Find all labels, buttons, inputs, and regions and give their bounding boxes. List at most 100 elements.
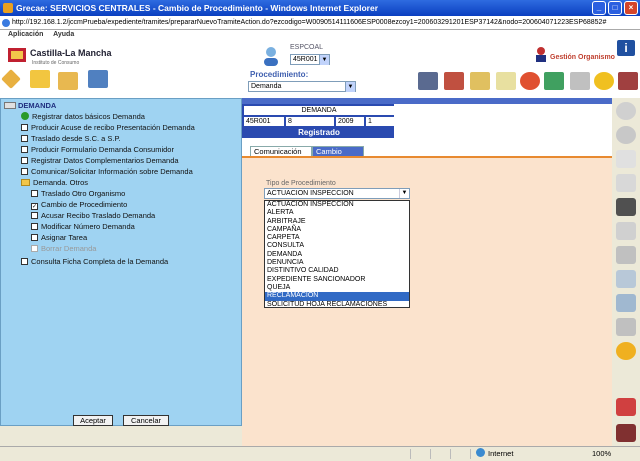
menu-aplicacion[interactable]: Aplicación bbox=[8, 31, 43, 38]
tree-item[interactable]: Traslado Otro Organismo bbox=[31, 189, 125, 198]
envelope-icon[interactable] bbox=[496, 72, 516, 90]
books-icon[interactable] bbox=[444, 72, 464, 90]
clipboard-icon[interactable] bbox=[616, 270, 636, 288]
tree-item-disabled: Borrar Demanda bbox=[31, 244, 96, 253]
chevron-down-icon: ▼ bbox=[345, 82, 355, 92]
app-header: Castilla-La Mancha Instituto de Consumo … bbox=[0, 40, 640, 98]
user-icon bbox=[264, 47, 278, 66]
checkbox bbox=[31, 245, 38, 252]
tools-icon[interactable] bbox=[1, 69, 21, 89]
tree-item-label: Modificar Número Demanda bbox=[41, 222, 135, 231]
dropdown-option-highlighted[interactable]: RECLAMACION bbox=[265, 292, 409, 301]
magnifier-icon[interactable] bbox=[616, 102, 636, 120]
dropdown-option[interactable]: CAMPAÑA bbox=[265, 226, 409, 234]
checkbox[interactable] bbox=[21, 157, 28, 164]
tree-root-label: DEMANDA bbox=[18, 101, 57, 110]
settings-icon[interactable] bbox=[570, 72, 590, 90]
sun-icon[interactable] bbox=[594, 72, 614, 90]
documents-icon[interactable] bbox=[470, 72, 490, 90]
cancel-button[interactable]: Cancelar bbox=[123, 415, 169, 426]
folder-icon[interactable] bbox=[58, 72, 78, 90]
chevron-down-icon: ▼ bbox=[319, 55, 329, 65]
back-icon[interactable] bbox=[616, 126, 636, 144]
laptop-icon[interactable] bbox=[418, 72, 438, 90]
print-preview-icon[interactable] bbox=[616, 222, 636, 240]
tree-item[interactable]: Consulta Ficha Completa de la Demanda bbox=[21, 257, 168, 266]
checkbox[interactable] bbox=[21, 135, 28, 142]
dropdown-option[interactable]: QUEJA bbox=[265, 284, 409, 292]
dropdown-option[interactable]: ALERTA bbox=[265, 209, 409, 217]
tree-root-icon bbox=[4, 102, 16, 109]
tree-item[interactable]: Comunicar/Solicitar Información sobre De… bbox=[21, 167, 193, 176]
accept-button[interactable]: Aceptar bbox=[73, 415, 113, 426]
tree-item-label: Traslado Otro Organismo bbox=[41, 189, 126, 198]
scissors-icon[interactable] bbox=[616, 246, 636, 264]
tree-item-label: Cambio de Procedimiento bbox=[41, 200, 128, 209]
copy-icon[interactable] bbox=[616, 174, 636, 192]
address-bar[interactable]: http://192.168.1.2/jccmPrueba/expediente… bbox=[0, 16, 640, 30]
gear-icon[interactable] bbox=[616, 342, 636, 360]
tipo-procedimiento-select[interactable]: ACTUACION INSPECCION ▼ bbox=[264, 188, 410, 199]
checkbox[interactable] bbox=[31, 234, 38, 241]
tree-item[interactable]: Modificar Número Demanda bbox=[31, 222, 135, 231]
demanda-status: Registrado bbox=[298, 128, 340, 137]
tree-item[interactable]: ✓ Cambio de Procedimiento bbox=[31, 200, 127, 210]
tree-item[interactable]: Registrar datos básicos Demanda bbox=[21, 112, 145, 121]
tree-root[interactable]: DEMANDA bbox=[4, 101, 56, 110]
menu-ayuda[interactable]: Ayuda bbox=[53, 31, 74, 38]
save-icon[interactable] bbox=[616, 198, 636, 216]
minimize-button[interactable]: _ bbox=[592, 1, 606, 15]
dropdown-option[interactable]: ACTUACION INSPECCION bbox=[265, 201, 409, 209]
gestion-organismo-link[interactable]: Gestión Organismo bbox=[550, 54, 615, 61]
procedimiento-label: Procedimiento: bbox=[250, 70, 309, 79]
status-zone: Internet bbox=[476, 447, 513, 461]
car-icon[interactable] bbox=[616, 424, 636, 442]
dropdown-option[interactable]: EXPEDIENTE SANCIONADOR bbox=[265, 276, 409, 284]
dropdown-option[interactable]: SOLICITUD HOJA RECLAMACIONES bbox=[265, 301, 409, 309]
dropdown-option[interactable]: CARPETA bbox=[265, 234, 409, 242]
lightbulb-folder-icon[interactable] bbox=[30, 70, 50, 88]
dropdown-option[interactable]: DENUNCIA bbox=[265, 259, 409, 267]
checkbox[interactable] bbox=[21, 168, 28, 175]
tab-comunicacion[interactable]: Comunicación bbox=[250, 146, 312, 156]
dropdown-option[interactable]: DEMANDA bbox=[265, 251, 409, 259]
tree-item[interactable]: Traslado desde S.C. a S.P. bbox=[21, 134, 121, 143]
user-label: ESPCOAL bbox=[290, 44, 324, 51]
bottle-icon[interactable] bbox=[616, 294, 636, 312]
checkbox[interactable] bbox=[31, 223, 38, 230]
folder-icon bbox=[21, 179, 30, 186]
tree-group[interactable]: Demanda. Otros bbox=[21, 178, 88, 187]
tree-item[interactable]: Producir Formulario Demanda Consumidor bbox=[21, 145, 174, 154]
tipo-procedimiento-value: ACTUACION INSPECCION bbox=[267, 190, 354, 197]
checkbox-checked[interactable]: ✓ bbox=[31, 203, 38, 210]
tab-cambio-proc[interactable]: Cambio Proc. bbox=[312, 146, 364, 166]
people-icon[interactable] bbox=[544, 72, 564, 90]
maximize-button[interactable]: □ bbox=[608, 1, 622, 15]
checkbox[interactable] bbox=[21, 124, 28, 131]
tree-item[interactable]: Producir Acuse de recibo Presentación De… bbox=[21, 123, 195, 132]
user-select[interactable]: 45R001 ▼ bbox=[290, 54, 330, 65]
zoom-level[interactable]: 100% bbox=[592, 447, 611, 461]
dropdown-option[interactable]: ARBITRAJE bbox=[265, 218, 409, 226]
tree-item[interactable]: Registrar Datos Complementarios Demanda bbox=[21, 156, 179, 165]
tree-item-label: Registrar Datos Complementarios Demanda bbox=[31, 156, 179, 165]
tree-item[interactable]: Asignar Tarea bbox=[31, 233, 87, 242]
close-button[interactable]: × bbox=[624, 1, 638, 15]
book-icon[interactable] bbox=[618, 72, 638, 90]
tree-item[interactable]: Acusar Recibo Traslado Demanda bbox=[31, 211, 155, 220]
globe-icon[interactable] bbox=[520, 72, 540, 90]
tools-icon[interactable] bbox=[616, 398, 636, 416]
checkbox[interactable] bbox=[31, 212, 38, 219]
document-icon[interactable] bbox=[616, 150, 636, 168]
printer-icon[interactable] bbox=[616, 318, 636, 336]
procedimiento-select[interactable]: Demanda ▼ bbox=[248, 81, 356, 92]
tab-panel-cambio-proc: Tipo de Procedimiento ACTUACION INSPECCI… bbox=[242, 156, 612, 446]
dropdown-option[interactable]: DISTINTIVO CALIDAD bbox=[265, 267, 409, 275]
dropdown-option[interactable]: CONSULTA bbox=[265, 242, 409, 250]
checkbox[interactable] bbox=[31, 190, 38, 197]
info-icon[interactable]: i bbox=[617, 40, 635, 56]
computer-icon[interactable] bbox=[88, 70, 108, 88]
app-icon bbox=[3, 3, 13, 13]
checkbox[interactable] bbox=[21, 258, 28, 265]
checkbox[interactable] bbox=[21, 146, 28, 153]
